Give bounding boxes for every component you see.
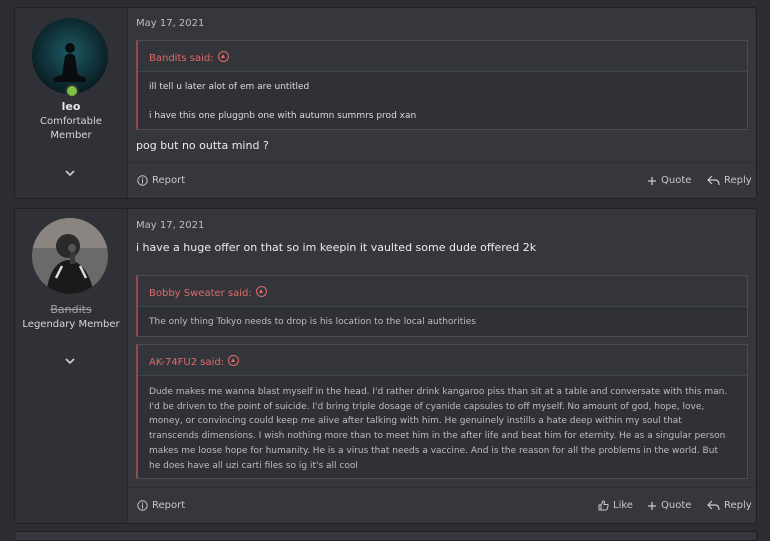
chevron-down-icon[interactable] [63,163,77,177]
plus-icon [648,501,656,510]
quote-body: ill tell u later alot of em are untitled… [138,72,747,129]
info-circle-icon [137,175,148,186]
post-user-panel: Bandits Legendary Member [15,209,128,523]
thumbs-up-icon [598,500,609,511]
online-dot-icon [65,84,79,98]
post-text: i have a huge offer on that so im keepin… [136,241,537,254]
quote-label: Quote [661,500,692,511]
like-button[interactable]: Like [598,500,633,511]
quote-header: Bandits said: [138,41,747,72]
post-text: pog but no outta mind ? [136,139,269,152]
reply-arrow-icon [707,175,720,186]
quote-line: transcends dimensions. I wish nothing mo… [149,431,726,442]
reply-arrow-icon [707,500,720,511]
quote-line: The only thing Tokyo needs to drop is hi… [149,317,476,327]
user-title-line2: Member [50,130,92,141]
arrow-up-circle-icon[interactable] [228,355,240,366]
arrow-up-circle-icon[interactable] [255,286,267,297]
quote-block: Bobby Sweater said: The only thing Tokyo… [136,275,748,337]
post-user-panel: leo Comfortable Member [15,8,128,198]
reply-label: Reply [724,500,752,511]
quote-body: The only thing Tokyo needs to drop is hi… [138,307,747,336]
report-label: Report [152,500,186,511]
quote-author: Bandits said: [149,53,214,64]
plus-icon [648,176,656,185]
quote-author-link[interactable]: Bandits said: [149,50,229,64]
post-date[interactable]: May 17, 2021 [136,220,204,231]
quote-author-link[interactable]: AK-74FU2 said: [149,354,240,368]
quote-author-link[interactable]: Bobby Sweater said: [149,285,267,299]
avatar[interactable] [32,18,108,94]
reply-button[interactable]: Reply [707,175,752,186]
quote-line: Dude makes me wanna blast myself in the … [149,387,728,397]
next-post-edge [14,531,757,541]
username[interactable]: leo [15,100,127,113]
quote-button[interactable]: Quote [647,175,691,186]
quote-line: I'd be driven to the point of suicide. I… [149,401,705,412]
quote-line: makes me loose hope for humanity. He is … [149,445,718,456]
post-1: leo Comfortable Member May 17, 2021 Band… [14,7,757,199]
quote-author: Bobby Sweater said: [149,288,252,299]
user-title-line1: Comfortable [40,116,102,127]
post-actions: Report Quote Reply [128,162,756,201]
quote-line: i have this one pluggnb one with autumn … [149,110,417,121]
post-main: May 17, 2021 Bandits said: ill tell u la… [128,8,756,198]
info-circle-icon [137,500,148,511]
post-main: May 17, 2021 i have a huge offer on that… [128,209,756,523]
quote-line: ill tell u later alot of em are untitled [149,82,310,92]
report-button[interactable]: Report [137,175,185,186]
post-actions: Report Like Quote Reply [128,487,756,526]
user-title-line1: Legendary Member [22,319,120,330]
arrow-up-circle-icon[interactable] [217,51,229,62]
chevron-down-icon[interactable] [63,351,77,365]
reply-label: Reply [724,175,752,186]
report-label: Report [152,175,186,186]
like-label: Like [613,500,633,511]
post-date[interactable]: May 17, 2021 [136,18,204,29]
quote-block: AK-74FU2 said: Dude makes me wanna blast… [136,344,748,479]
reply-button[interactable]: Reply [707,500,752,511]
avatar[interactable] [32,218,108,294]
quote-label: Quote [661,175,692,186]
quote-line: he does have all uzi carti files so ig i… [149,460,358,471]
quote-header: Bobby Sweater said: [138,276,747,307]
report-button[interactable]: Report [137,500,185,511]
quote-line: money, or convincing could keep me alive… [149,416,682,427]
quote-body: Dude makes me wanna blast myself in the … [138,376,747,479]
quote-header: AK-74FU2 said: [138,345,747,376]
quote-block: Bandits said: ill tell u later alot of e… [136,40,748,130]
post-2: Bandits Legendary Member May 17, 2021 i … [14,208,757,524]
username[interactable]: Bandits [15,303,127,316]
quote-button[interactable]: Quote [647,500,691,511]
quote-author: AK-74FU2 said: [149,357,225,368]
